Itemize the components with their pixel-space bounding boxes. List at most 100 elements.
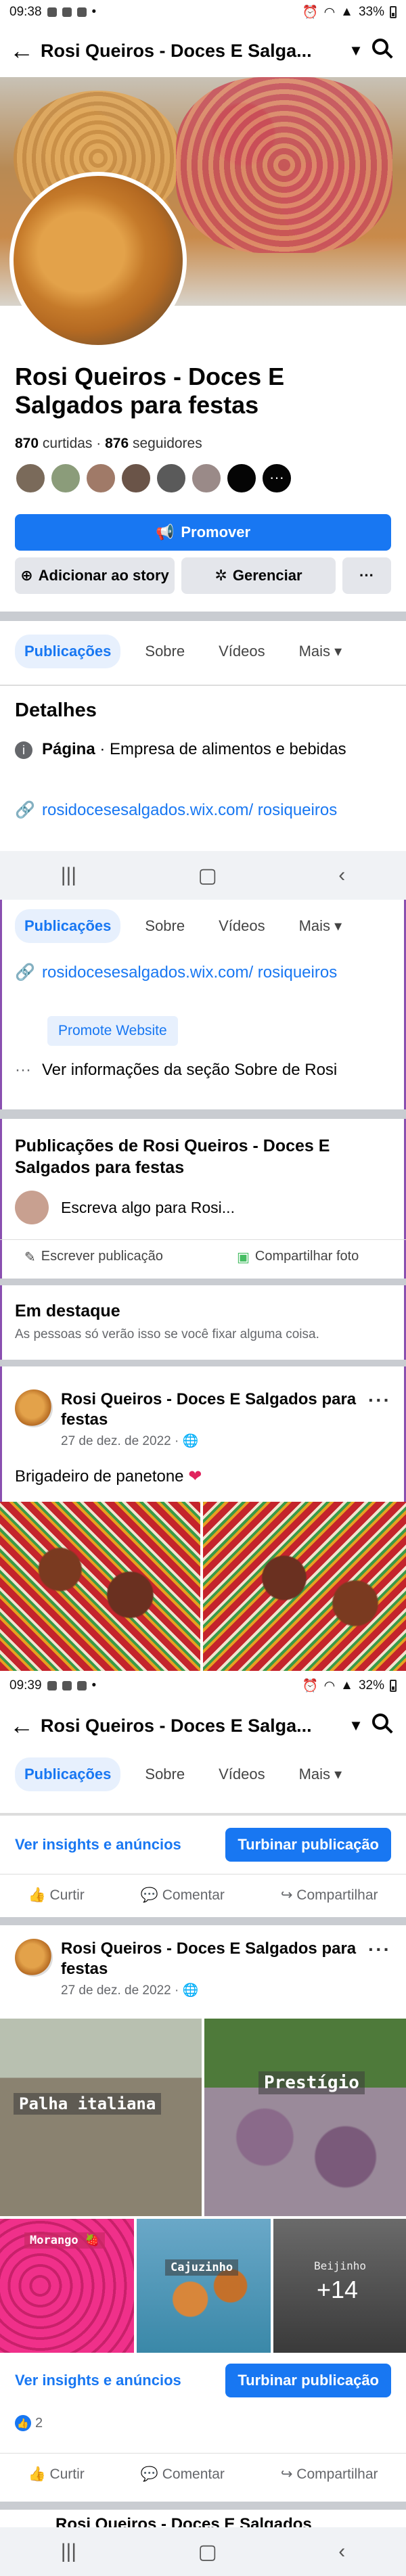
photo[interactable]: Cajuzinho bbox=[137, 2219, 271, 2353]
back-icon[interactable]: ‹ bbox=[338, 2540, 345, 2563]
tab-about[interactable]: Sobre bbox=[135, 1757, 194, 1791]
insights-link[interactable]: Ver insights e anúncios bbox=[15, 1836, 181, 1854]
photo-label: Palha italiana bbox=[14, 2093, 162, 2115]
promote-website-button[interactable]: Promote Website bbox=[47, 1016, 178, 1046]
page-stats: 870 curtidas · 876 seguidores bbox=[15, 436, 202, 451]
website-row[interactable]: 🔗 rosidocesesalgados.wix.com/ rosiqueiro… bbox=[15, 962, 380, 984]
section-divider bbox=[0, 1109, 406, 1119]
avatar[interactable] bbox=[15, 463, 46, 494]
search-icon[interactable] bbox=[369, 1712, 397, 1739]
write-post-button[interactable]: ✎ Escrever publicação bbox=[24, 1249, 163, 1266]
chevron-down-icon[interactable]: ▼ bbox=[342, 1717, 369, 1734]
website-link[interactable]: rosidocesesalgados.wix.com/ rosiqueiros bbox=[42, 800, 337, 821]
see-about-link[interactable]: Ver informações da seção Sobre de Rosi bbox=[42, 1059, 337, 1081]
home-icon[interactable]: ▢ bbox=[198, 2540, 217, 2564]
like-button[interactable]: 👍 Curtir bbox=[28, 2466, 84, 2483]
share-button[interactable]: ↪ Compartilhar bbox=[281, 2466, 378, 2483]
photo-label: Beijinho bbox=[314, 2259, 367, 2272]
more-options-label: ··· bbox=[359, 567, 374, 584]
search-icon[interactable] bbox=[369, 37, 397, 64]
more-notifications-icon: • bbox=[91, 5, 97, 19]
edit-icon: ✎ bbox=[24, 1250, 36, 1265]
tab-about[interactable]: Sobre bbox=[135, 635, 194, 668]
post-author[interactable]: Rosi Queiros - Doces E Salgados para fes… bbox=[61, 1939, 360, 1979]
manage-button[interactable]: ✲ Gerenciar bbox=[181, 557, 336, 594]
photo-label: Cajuzinho bbox=[165, 2259, 239, 2276]
top-bar: ← Rosi Queiros - Doces E Salga... ▼ bbox=[0, 24, 406, 77]
photo[interactable]: Beijinho +14 bbox=[273, 2219, 406, 2353]
info-icon: i bbox=[15, 741, 32, 759]
tab-more[interactable]: Mais ▾ bbox=[290, 635, 352, 668]
photo[interactable] bbox=[203, 1502, 406, 1671]
add-to-story-button[interactable]: ⊕ Adicionar ao story bbox=[15, 557, 175, 594]
follower-avatars[interactable]: ··· bbox=[15, 463, 292, 494]
website-link[interactable]: rosidocesesalgados.wix.com/ rosiqueiros bbox=[42, 962, 337, 984]
comment-button[interactable]: 💬 Comentar bbox=[141, 2466, 225, 2483]
post-actions: 👍 Curtir 💬 Comentar ↪ Compartilhar bbox=[0, 1874, 406, 1916]
tab-posts[interactable]: Publicações bbox=[15, 1757, 121, 1791]
avatar[interactable] bbox=[226, 463, 257, 494]
boost-post-button[interactable]: Turbinar publicação bbox=[225, 1828, 391, 1862]
photo[interactable]: Palha italiana bbox=[0, 2019, 202, 2216]
recent-apps-icon[interactable]: ||| bbox=[61, 2540, 76, 2563]
section-divider bbox=[0, 612, 406, 621]
boost-post-button[interactable]: Turbinar publicação bbox=[225, 2364, 391, 2397]
avatar[interactable] bbox=[15, 1389, 53, 1427]
photo[interactable]: Prestígio bbox=[204, 2019, 406, 2216]
website-row[interactable]: 🔗 rosidocesesalgados.wix.com/ rosiqueiro… bbox=[15, 800, 380, 821]
more-avatars-button[interactable]: ··· bbox=[261, 463, 292, 494]
page-tabs: Publicações Sobre Vídeos Mais ▾ bbox=[15, 635, 351, 668]
profile-picture[interactable] bbox=[9, 172, 187, 349]
posts-section-title: Publicações de Rosi Queiros - Doces E Sa… bbox=[15, 1136, 330, 1177]
tab-more[interactable]: Mais ▾ bbox=[290, 909, 352, 943]
home-icon[interactable]: ▢ bbox=[198, 864, 217, 888]
avatar[interactable] bbox=[85, 463, 116, 494]
tab-about[interactable]: Sobre bbox=[135, 909, 194, 943]
post-photos[interactable] bbox=[0, 1502, 406, 1671]
settings-icon: ✲ bbox=[215, 567, 227, 584]
post-author[interactable]: Rosi Queiros - Doces E Salgados para fes… bbox=[61, 1389, 360, 1430]
comment-button[interactable]: 💬 Comentar bbox=[141, 1887, 225, 1904]
tab-posts[interactable]: Publicações bbox=[15, 909, 121, 943]
details-title: Detalhes bbox=[15, 699, 97, 721]
avatar[interactable] bbox=[191, 463, 222, 494]
action-buttons: ⊕ Adicionar ao story ✲ Gerenciar ··· bbox=[15, 557, 391, 594]
android-nav-bar: ||| ▢ ‹ bbox=[0, 2527, 406, 2576]
post-more-icon[interactable]: ··· bbox=[368, 1939, 391, 1998]
tab-videos[interactable]: Vídeos bbox=[209, 1757, 275, 1791]
category-row: i Página · Empresa de alimentos e bebida… bbox=[15, 739, 380, 760]
chevron-down-icon[interactable]: ▼ bbox=[342, 42, 369, 60]
avatar[interactable] bbox=[156, 463, 187, 494]
photo-label: Morango 🍓 bbox=[24, 2232, 106, 2249]
back-arrow-icon[interactable]: ← bbox=[9, 1711, 41, 1740]
more-options-button[interactable]: ··· bbox=[342, 557, 391, 594]
avatar[interactable] bbox=[15, 1939, 53, 1977]
share-button[interactable]: ↪ Compartilhar bbox=[281, 1887, 378, 1904]
back-icon[interactable]: ‹ bbox=[338, 864, 345, 887]
post-more-icon[interactable]: ··· bbox=[368, 1389, 391, 1449]
like-button[interactable]: 👍 Curtir bbox=[28, 1887, 84, 1904]
reaction-count[interactable]: 👍 2 bbox=[15, 2415, 43, 2431]
tab-videos[interactable]: Vídeos bbox=[209, 909, 275, 943]
more-dots-icon: ··· bbox=[15, 1061, 31, 1079]
post-photo-grid[interactable]: Palha italiana Prestígio Morango 🍓 Cajuz… bbox=[0, 2019, 406, 2353]
top-bar: ← Rosi Queiros - Doces E Salga... ▼ bbox=[0, 1699, 406, 1752]
photo[interactable] bbox=[0, 1502, 200, 1671]
composer-placeholder[interactable]: Escreva algo para Rosi... bbox=[61, 1199, 235, 1217]
promote-button[interactable]: 📢 Promover bbox=[15, 514, 391, 551]
composer[interactable]: Escreva algo para Rosi... bbox=[15, 1191, 235, 1224]
avatar[interactable] bbox=[50, 463, 81, 494]
share-photo-button[interactable]: ▣ Compartilhar foto bbox=[237, 1249, 359, 1266]
post-actions: 👍 Curtir 💬 Comentar ↪ Compartilhar bbox=[0, 2453, 406, 2495]
tab-more[interactable]: Mais ▾ bbox=[290, 1757, 352, 1791]
status-time: 09:39 bbox=[9, 1678, 42, 1693]
avatar[interactable] bbox=[120, 463, 152, 494]
insights-link[interactable]: Ver insights e anúncios bbox=[15, 2372, 181, 2389]
battery-percent: 32% bbox=[358, 1678, 384, 1693]
back-arrow-icon[interactable]: ← bbox=[9, 37, 41, 65]
photo[interactable]: Morango 🍓 bbox=[0, 2219, 134, 2353]
tab-posts[interactable]: Publicações bbox=[15, 635, 121, 668]
see-about-row[interactable]: ··· Ver informações da seção Sobre de Ro… bbox=[15, 1059, 394, 1081]
tab-videos[interactable]: Vídeos bbox=[209, 635, 275, 668]
recent-apps-icon[interactable]: ||| bbox=[61, 864, 76, 887]
